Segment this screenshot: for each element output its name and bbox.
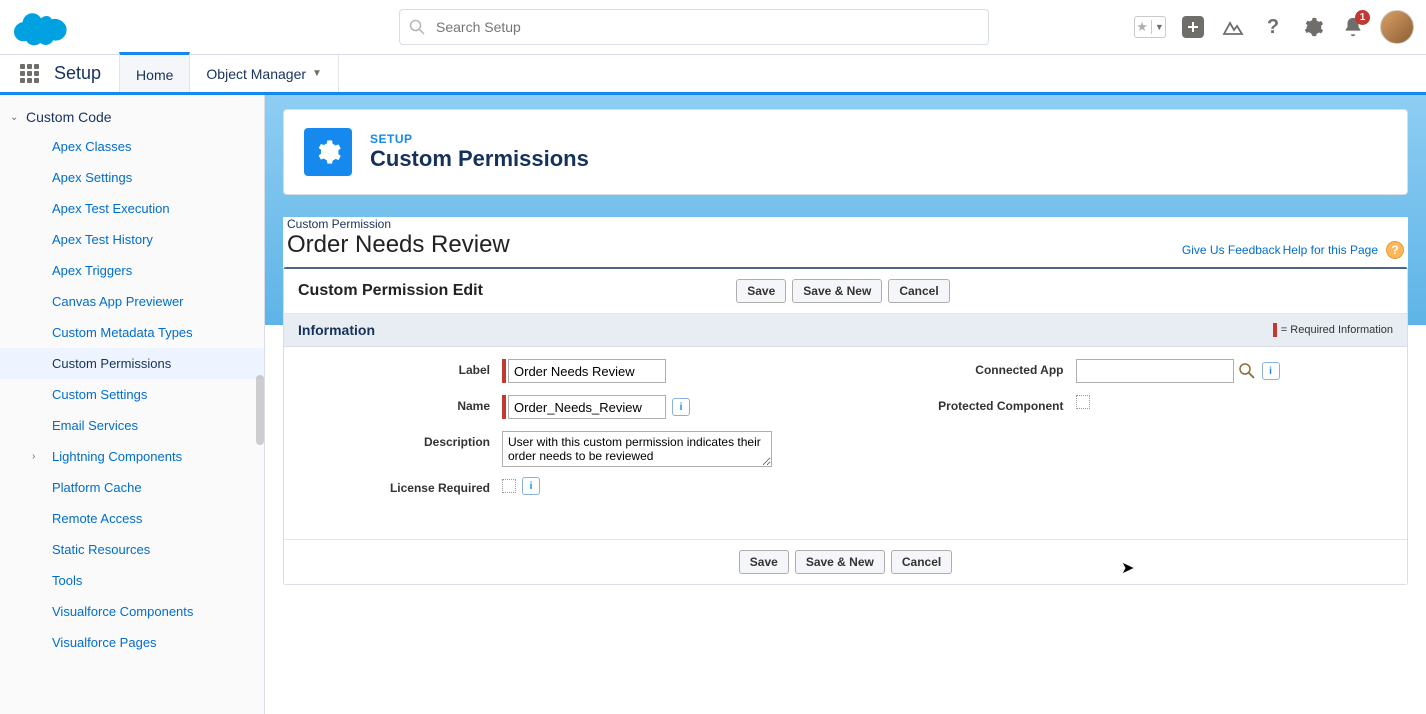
connected-app-input[interactable] [1076, 359, 1234, 383]
sidebar-item-label: Lightning Components [52, 449, 182, 464]
app-launcher-button[interactable] [10, 55, 48, 92]
sidebar-item-remote-access[interactable]: Remote Access [0, 503, 264, 534]
description-textarea[interactable] [502, 431, 772, 467]
plus-icon [1182, 16, 1204, 38]
required-indicator [502, 395, 506, 419]
license-required-label: License Required [302, 477, 502, 495]
info-icon[interactable]: i [1262, 362, 1280, 380]
record-type-label: Custom Permission [287, 217, 510, 231]
sidebar-item-apex-triggers[interactable]: Apex Triggers [0, 255, 264, 286]
info-icon[interactable]: i [672, 398, 690, 416]
feedback-link[interactable]: Give Us Feedback [1182, 243, 1281, 257]
sidebar-item-apex-classes[interactable]: Apex Classes [0, 131, 264, 162]
page-title: Custom Permissions [370, 146, 589, 172]
help-links: Give Us Feedback Help for this Page ? [1182, 241, 1404, 259]
sidebar-item-lightning-components[interactable]: › Lightning Components [0, 441, 264, 472]
gear-icon [314, 138, 342, 166]
info-section-header: Information [298, 322, 375, 338]
tree-section-custom-code[interactable]: ⌄ Custom Code [0, 103, 264, 131]
help-button[interactable]: ? [1260, 14, 1286, 40]
save-and-new-button-bottom[interactable]: Save & New [795, 550, 885, 574]
name-input[interactable] [508, 395, 666, 419]
global-search [399, 9, 989, 45]
sidebar-item-tools[interactable]: Tools [0, 565, 264, 596]
sidebar-item-visualforce-components[interactable]: Visualforce Components [0, 596, 264, 627]
sidebar-item-custom-permissions[interactable]: Custom Permissions [0, 348, 264, 379]
global-header: ★▼ ? 1 [0, 0, 1426, 55]
help-page-link[interactable]: Help for this Page [1283, 243, 1378, 257]
tree-section-label: Custom Code [26, 109, 112, 125]
page-eyebrow: SETUP [370, 132, 589, 146]
chevron-right-icon: › [32, 451, 46, 462]
record-title: Order Needs Review [287, 231, 510, 259]
tab-object-manager-label: Object Manager [206, 66, 306, 82]
add-button[interactable] [1180, 14, 1206, 40]
save-and-new-button[interactable]: Save & New [792, 279, 882, 303]
tab-home[interactable]: Home [119, 52, 190, 92]
header-actions: ★▼ ? 1 [1134, 10, 1414, 44]
description-field-label: Description [302, 431, 502, 449]
waffle-icon [20, 64, 39, 83]
protected-component-checkbox[interactable] [1076, 395, 1090, 409]
sidebar-item-custom-settings[interactable]: Custom Settings [0, 379, 264, 410]
context-nav: Setup Home Object Manager ▼ [0, 55, 1426, 95]
edit-panel: Custom Permission Edit Save Save & New C… [283, 267, 1408, 585]
setup-icon [304, 128, 352, 176]
lookup-button[interactable] [1238, 362, 1256, 380]
salesforce-logo-icon [14, 8, 69, 46]
chevron-down-icon: ▼ [1155, 22, 1164, 32]
required-legend: = Required Information [1273, 323, 1393, 337]
sidebar-item-email-services[interactable]: Email Services [0, 410, 264, 441]
setup-tree[interactable]: ⌄ Custom Code Apex Classes Apex Settings… [0, 95, 265, 714]
panel-title: Custom Permission Edit [298, 282, 483, 300]
cancel-button-bottom[interactable]: Cancel [891, 550, 952, 574]
content-block: Custom Permission Order Needs Review Giv… [283, 217, 1408, 585]
label-field-label: Label [302, 359, 502, 377]
info-icon[interactable]: i [522, 477, 540, 495]
sidebar-item-visualforce-pages[interactable]: Visualforce Pages [0, 627, 264, 658]
star-icon: ★ [1136, 19, 1148, 35]
tab-object-manager[interactable]: Object Manager ▼ [190, 55, 339, 92]
notification-badge: 1 [1355, 10, 1370, 25]
setup-gear-button[interactable] [1300, 14, 1326, 40]
sidebar-item-static-resources[interactable]: Static Resources [0, 534, 264, 565]
chevron-down-icon: ▼ [312, 68, 322, 79]
user-avatar[interactable] [1380, 10, 1414, 44]
connected-app-label: Connected App [846, 359, 1076, 377]
sidebar-item-custom-metadata-types[interactable]: Custom Metadata Types [0, 317, 264, 348]
protected-component-label: Protected Component [846, 395, 1076, 413]
sidebar-item-apex-settings[interactable]: Apex Settings [0, 162, 264, 193]
scrollbar-thumb[interactable] [256, 375, 264, 445]
chevron-down-icon: ⌄ [10, 112, 24, 123]
save-button-bottom[interactable]: Save [739, 550, 789, 574]
favorites-button[interactable]: ★▼ [1134, 16, 1166, 38]
sidebar-item-apex-test-execution[interactable]: Apex Test Execution [0, 193, 264, 224]
sidebar-item-canvas-app-previewer[interactable]: Canvas App Previewer [0, 286, 264, 317]
app-name: Setup [54, 55, 101, 92]
notifications-button[interactable]: 1 [1340, 14, 1366, 40]
label-input[interactable] [508, 359, 666, 383]
gear-icon [1302, 16, 1324, 38]
main-content: SETUP Custom Permissions Custom Permissi… [265, 95, 1426, 714]
search-icon [409, 19, 425, 35]
sidebar-item-platform-cache[interactable]: Platform Cache [0, 472, 264, 503]
page-header: SETUP Custom Permissions [283, 109, 1408, 195]
search-input[interactable] [399, 9, 989, 45]
cancel-button[interactable]: Cancel [888, 279, 949, 303]
sidebar-item-apex-test-history[interactable]: Apex Test History [0, 224, 264, 255]
lookup-icon [1238, 362, 1256, 380]
name-field-label: Name [302, 395, 502, 413]
save-button[interactable]: Save [736, 279, 786, 303]
help-icon[interactable]: ? [1386, 241, 1404, 259]
required-indicator [502, 359, 506, 383]
trailhead-icon [1221, 15, 1245, 39]
trailhead-button[interactable] [1220, 14, 1246, 40]
license-required-checkbox[interactable] [502, 479, 516, 493]
